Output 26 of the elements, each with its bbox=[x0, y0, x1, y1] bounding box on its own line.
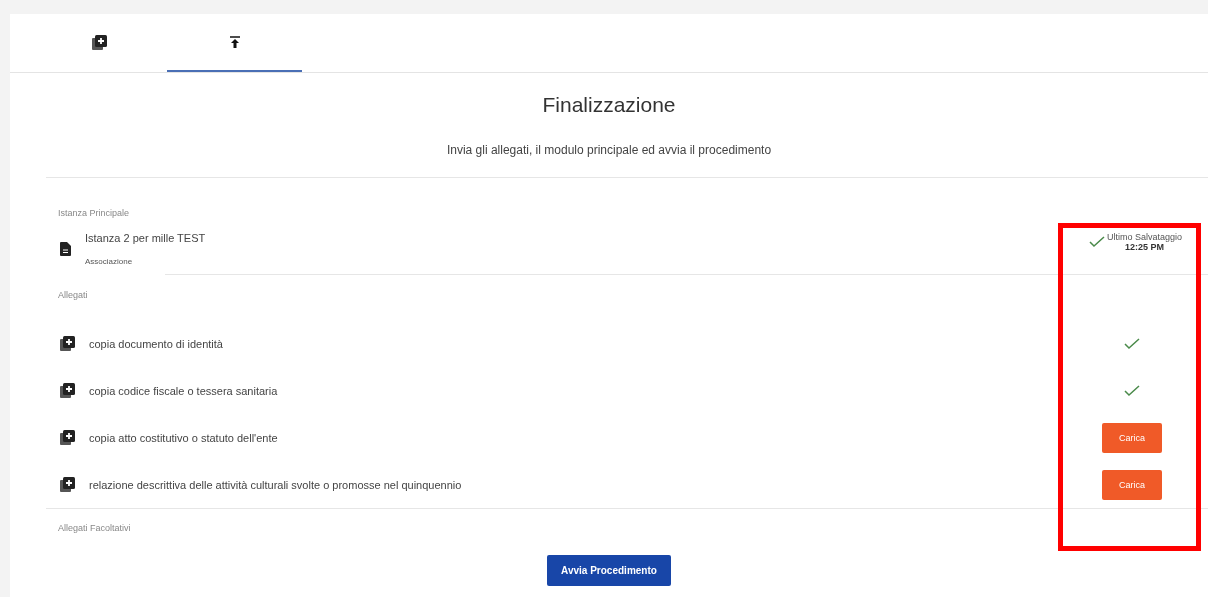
page-subtitle: Invia gli allegati, il modulo principale ed avvia il procedimento bbox=[445, 143, 773, 157]
attachment-name: relazione descrittiva delle attività culturali svolte o promosse nel quinquennio bbox=[89, 478, 463, 491]
form-name: Istanza 2 per mille TEST bbox=[85, 232, 207, 244]
attachment-name: copia documento di identità bbox=[89, 337, 224, 350]
check-icon bbox=[1124, 384, 1140, 397]
add-document-icon bbox=[60, 430, 75, 445]
section-label: Istanza Principale bbox=[57, 208, 131, 218]
add-document-icon bbox=[60, 336, 75, 351]
add-document-icon bbox=[92, 34, 107, 50]
upload-icon bbox=[229, 36, 240, 48]
upload-button[interactable]: Carica bbox=[1102, 422, 1162, 453]
submit-button[interactable]: Avvia Procedimento bbox=[547, 555, 671, 586]
form-type: Associazione bbox=[85, 257, 134, 266]
upload-button[interactable]: Carica bbox=[1102, 469, 1162, 500]
page-title: Finalizzazione bbox=[541, 93, 677, 117]
section-label: Allegati Facoltativi bbox=[57, 523, 132, 533]
add-document-icon bbox=[60, 477, 75, 492]
save-time: 12:25 PM bbox=[1124, 242, 1164, 252]
save-label: Ultimo Salvataggio bbox=[1106, 232, 1182, 242]
section-label: Allegati bbox=[57, 290, 89, 300]
check-icon bbox=[1088, 236, 1105, 248]
attachment-name: copia atto costitutivo o statuto dell'ente bbox=[89, 431, 279, 444]
check-icon bbox=[1124, 337, 1140, 350]
attachment-name: copia codice fiscale o tessera sanitaria bbox=[89, 384, 279, 397]
add-document-icon bbox=[60, 383, 75, 398]
document-icon bbox=[60, 242, 71, 256]
